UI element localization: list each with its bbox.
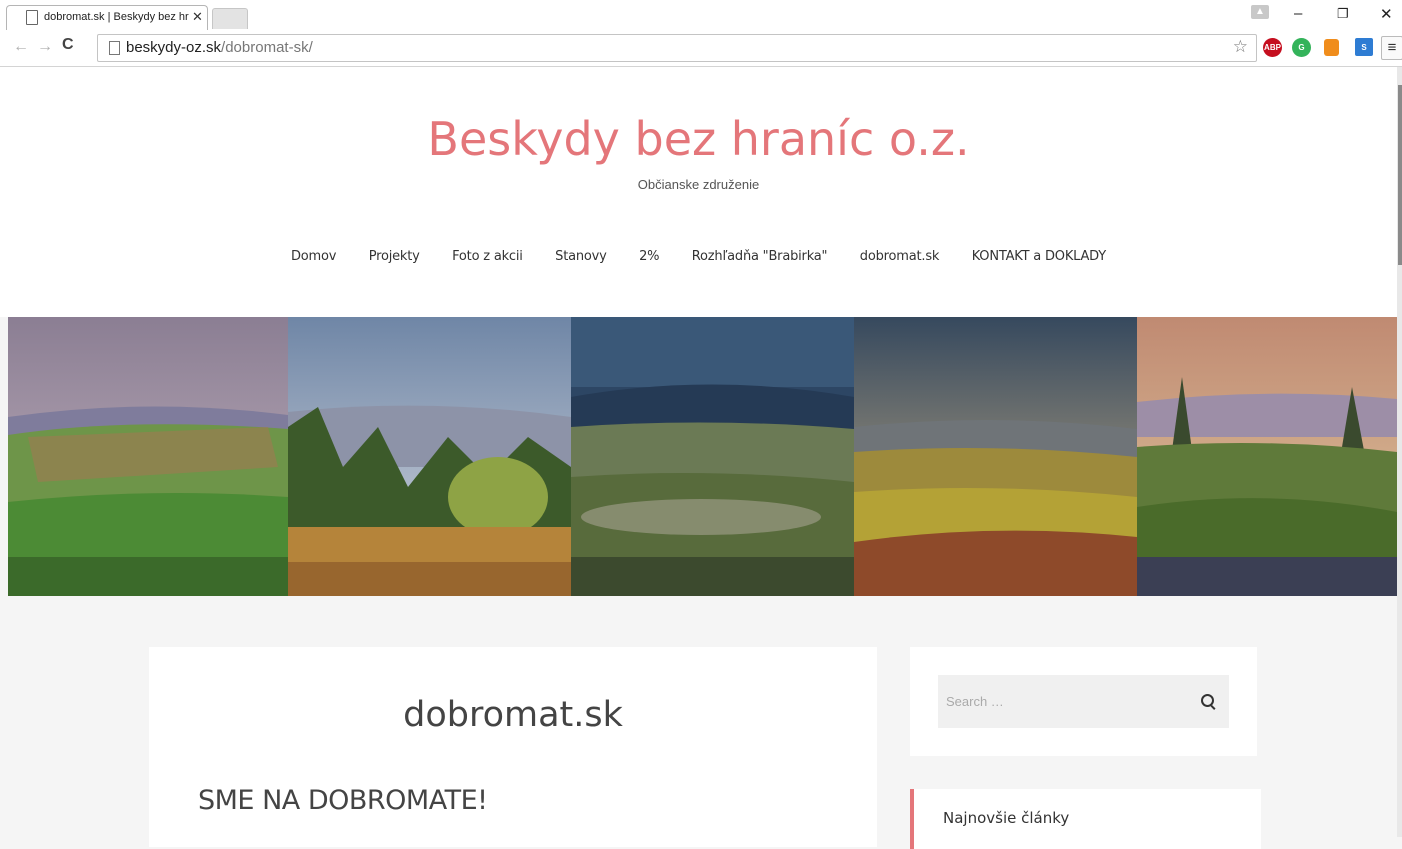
search-input[interactable] bbox=[938, 675, 1191, 728]
grammarly-icon[interactable]: G bbox=[1292, 38, 1311, 57]
address-bar[interactable]: beskydy-oz.sk/dobromat-sk/ ☆ bbox=[97, 34, 1257, 62]
widget-title: Najnovšie články bbox=[943, 809, 1070, 827]
menu-item-kontakt[interactable]: KONTAKT a DOKLADY bbox=[972, 249, 1107, 264]
back-arrow-icon[interactable]: ← bbox=[13, 38, 29, 56]
search-icon[interactable] bbox=[1201, 694, 1214, 707]
url-text[interactable]: beskydy-oz.sk/dobromat-sk/ bbox=[126, 39, 313, 56]
recent-posts-widget: Najnovšie články bbox=[910, 789, 1261, 849]
header-photo-banner bbox=[8, 317, 1397, 596]
post-heading: SME NA DOBROMATE! bbox=[198, 785, 488, 816]
browser-tab[interactable]: dobromat.sk | Beskydy bez hraníc o.z. ✕ bbox=[6, 5, 208, 30]
menu-item-domov[interactable]: Domov bbox=[291, 249, 336, 264]
search-box bbox=[938, 675, 1229, 728]
menu-item-2-percent[interactable]: 2% bbox=[639, 249, 659, 264]
menu-item-projekty[interactable]: Projekty bbox=[369, 249, 420, 264]
browser-toolbar: ← → C beskydy-oz.sk/dobromat-sk/ ☆ ABP G… bbox=[0, 30, 1402, 67]
tab-title: dobromat.sk | Beskydy bez hraníc o.z. bbox=[44, 11, 189, 23]
minimize-icon[interactable]: – bbox=[1294, 5, 1302, 22]
search-widget bbox=[910, 647, 1257, 756]
adblock-icon[interactable]: ABP bbox=[1263, 38, 1282, 57]
landscape-photo-5 bbox=[1137, 317, 1397, 596]
landscape-photo-2 bbox=[288, 317, 571, 596]
main-menu: Domov Projekty Foto z akcii Stanovy 2% R… bbox=[0, 247, 1397, 265]
landscape-photo-1 bbox=[8, 317, 288, 596]
menu-icon[interactable]: ≡ bbox=[1381, 36, 1402, 60]
profile-icon[interactable]: ▲ bbox=[1251, 5, 1269, 19]
page-icon bbox=[109, 41, 120, 55]
landscape-photo-4 bbox=[854, 317, 1137, 596]
lock-extension-icon[interactable] bbox=[1324, 39, 1339, 56]
window-close-icon[interactable]: ✕ bbox=[1380, 5, 1393, 23]
browser-tabstrip: dobromat.sk | Beskydy bez hraníc o.z. ✕ … bbox=[0, 0, 1402, 30]
site-header: Beskydy bez hraníc o.z. Občianske združe… bbox=[0, 67, 1397, 317]
new-tab-button[interactable] bbox=[212, 8, 248, 29]
url-domain: beskydy-oz.sk bbox=[126, 39, 222, 56]
menu-item-stanovy[interactable]: Stanovy bbox=[555, 249, 607, 264]
page-icon bbox=[26, 10, 38, 25]
menu-item-rozhladna[interactable]: Rozhľadňa "Brabirka" bbox=[692, 249, 828, 264]
close-icon[interactable]: ✕ bbox=[192, 9, 203, 25]
page-viewport: Beskydy bez hraníc o.z. Občianske združe… bbox=[0, 67, 1402, 849]
forward-arrow-icon[interactable]: → bbox=[37, 38, 53, 56]
site-title[interactable]: Beskydy bez hraníc o.z. bbox=[0, 112, 1397, 166]
page-title: dobromat.sk bbox=[403, 695, 623, 735]
landscape-photo-3 bbox=[571, 317, 854, 596]
reload-icon[interactable]: C bbox=[62, 36, 74, 54]
scrollbar-thumb[interactable] bbox=[1398, 85, 1402, 265]
menu-item-foto[interactable]: Foto z akcii bbox=[452, 249, 523, 264]
restore-icon[interactable]: ❐ bbox=[1337, 6, 1349, 22]
url-path: /dobromat-sk/ bbox=[221, 39, 313, 56]
site-description: Občianske združenie bbox=[637, 177, 760, 192]
menu-item-dobromat[interactable]: dobromat.sk bbox=[860, 249, 940, 264]
bookmark-star-icon[interactable]: ☆ bbox=[1233, 37, 1248, 57]
post-card: dobromat.sk SME NA DOBROMATE! bbox=[149, 647, 877, 847]
s-extension-icon[interactable]: S bbox=[1355, 38, 1373, 56]
